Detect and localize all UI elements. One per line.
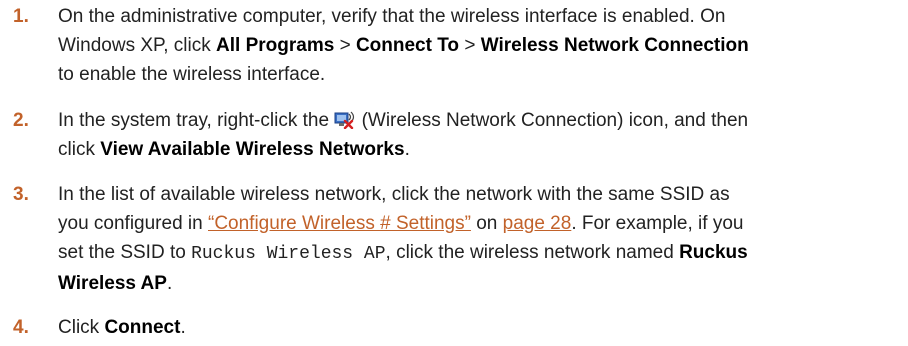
step-line: to enable the wireless interface. (58, 60, 893, 89)
step-line: Windows XP, click All Programs > Connect… (58, 31, 893, 60)
network-name: Wireless AP (58, 273, 167, 294)
step-text: On the administrative computer, verify t… (58, 2, 893, 89)
text-span: > (459, 35, 481, 56)
text-span: . (404, 139, 410, 160)
text-span: to enable the wireless interface. (58, 64, 326, 85)
step-line: Click Connect. (58, 313, 893, 342)
step-line: In the list of available wireless networ… (58, 180, 893, 209)
configure-wireless-settings-link[interactable]: “Configure Wireless # Settings” (208, 213, 471, 234)
step-line: Wireless AP. (58, 269, 893, 298)
text-span: Windows XP, click (58, 35, 217, 56)
step-line: In the system tray, right-click the (Wir… (58, 106, 893, 135)
step-text: In the system tray, right-click the (Wir… (58, 106, 893, 164)
wireless-network-connection-icon (334, 109, 356, 130)
step-number: 4. (13, 317, 29, 338)
view-available-wireless-networks-label: View Available Wireless Networks (100, 139, 405, 160)
step-number: 2. (13, 110, 29, 131)
text-span: In the system tray, right-click the (58, 110, 335, 131)
menu-path-connect-to: Connect To (355, 35, 460, 56)
step-number: 3. (13, 184, 29, 205)
text-span: . For example, if you (571, 213, 744, 234)
step-line: set the SSID to Ruckus Wireless AP, clic… (58, 238, 893, 269)
text-span: click (58, 139, 101, 160)
ssid-code: Ruckus Wireless AP (191, 244, 386, 264)
text-span: . (166, 273, 173, 294)
step-text: In the list of available wireless networ… (58, 180, 893, 298)
menu-path-all-programs: All Programs (216, 35, 335, 56)
text-span: set the SSID to (58, 242, 192, 263)
menu-path-wireless-network-connection: Wireless Network Connection (480, 35, 749, 56)
text-span: > (334, 35, 356, 56)
page-28-link[interactable]: page 28 (503, 213, 572, 234)
text-span: , click the wireless network named (385, 242, 680, 263)
text-span: In the list of available wireless networ… (58, 184, 730, 205)
connect-label: Connect (104, 317, 181, 338)
step-line: On the administrative computer, verify t… (58, 2, 893, 31)
instruction-list: 1. On the administrative computer, verif… (0, 0, 908, 346)
step-number: 1. (13, 6, 29, 27)
text-span: . (180, 317, 186, 338)
step-text: Click Connect. (58, 313, 893, 342)
step-line: you configured in “Configure Wireless # … (58, 209, 893, 238)
text-span: on (470, 213, 503, 234)
network-name: Ruckus (679, 242, 748, 263)
text-span: Click (58, 317, 105, 338)
step-line: click View Available Wireless Networks. (58, 135, 893, 164)
text-span: you configured in (58, 213, 208, 234)
text-span: (Wireless Network Connection) icon, and … (356, 110, 749, 131)
text-span: On the administrative computer, verify t… (58, 6, 726, 27)
